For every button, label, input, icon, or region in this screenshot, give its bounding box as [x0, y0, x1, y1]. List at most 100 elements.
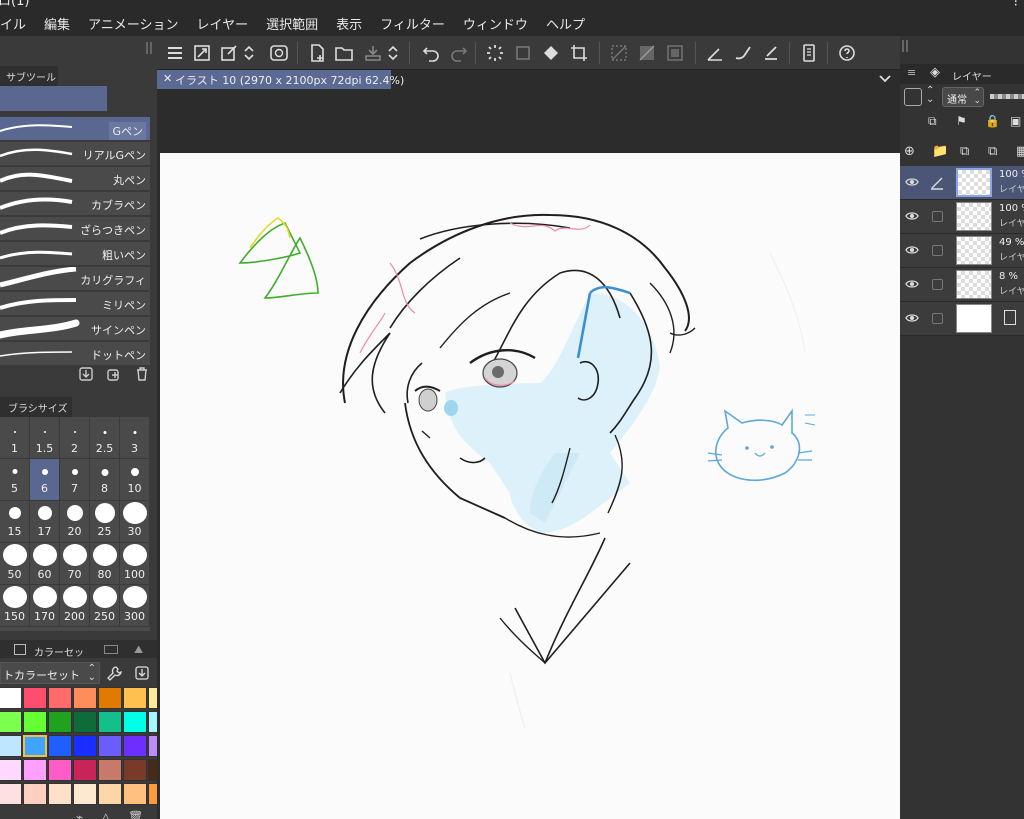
list-item[interactable]: ざらつきペン — [0, 217, 150, 241]
eraser-icon[interactable] — [759, 41, 783, 65]
color-swatch[interactable] — [23, 759, 47, 781]
blend-mode-select[interactable]: 通常 ⌃ ⌄ — [942, 87, 984, 107]
copy-layer-icon[interactable]: ⧉ — [960, 144, 969, 159]
tab-color-set[interactable]: カラーセッ — [34, 644, 84, 659]
size-cell[interactable]: 170 — [30, 585, 60, 627]
help-icon[interactable] — [835, 41, 859, 65]
menu-file[interactable]: イル — [0, 14, 26, 33]
more-icon[interactable]: ⁝ — [1014, 0, 1018, 10]
color-swatch[interactable] — [23, 711, 47, 733]
panel-grip-icon[interactable] — [146, 42, 152, 54]
chevron-updown-icon[interactable] — [241, 41, 257, 65]
document-tab[interactable]: ✕ イラスト 10 (2970 x 2100px 72dpi 62.4%) — [157, 70, 404, 89]
ruler-icon[interactable] — [703, 41, 727, 65]
merge-layer-icon[interactable]: ⧉ — [988, 144, 997, 159]
size-cell[interactable]: 50 — [0, 543, 30, 585]
size-cell[interactable]: 1 — [0, 417, 30, 459]
size-cell[interactable]: 30 — [120, 501, 150, 543]
size-cell[interactable]: 25 — [90, 501, 120, 543]
menu-edit[interactable]: 編集 — [44, 14, 70, 33]
layer-row[interactable]: 100 % レイヤ — [900, 200, 1024, 234]
list-item[interactable]: リアルGペン — [0, 142, 150, 166]
open-folder-icon[interactable] — [332, 41, 356, 65]
save-icon[interactable] — [361, 41, 385, 65]
clip-icon[interactable]: ⧉ — [928, 114, 937, 129]
lock-alpha-icon[interactable]: ▣ — [1010, 114, 1021, 128]
new-folder-icon[interactable]: 📁 — [932, 144, 948, 159]
layer-row[interactable]: 49 % レイヤ — [900, 234, 1024, 268]
menu-filter[interactable]: フィルター — [380, 14, 445, 33]
size-cell[interactable]: 80 — [90, 543, 120, 585]
trash-icon[interactable]: 🗑 — [128, 810, 143, 819]
color-swatch[interactable] — [48, 711, 72, 733]
save-subtool-icon[interactable] — [78, 366, 94, 385]
select-all-icon[interactable] — [663, 41, 687, 65]
size-cell[interactable]: 300 — [120, 585, 150, 627]
color-swatch[interactable] — [123, 687, 147, 709]
color-swatch[interactable] — [23, 687, 47, 709]
tab-subtool[interactable]: サブツール — [0, 66, 58, 86]
color-swatch[interactable] — [73, 783, 97, 805]
hamburger-menu-icon[interactable] — [163, 41, 187, 65]
size-cell[interactable]: 5 — [0, 459, 30, 501]
panel-grip-icon[interactable] — [902, 40, 908, 52]
trash-icon[interactable] — [134, 366, 150, 385]
color-swatch[interactable] — [0, 687, 22, 709]
size-cell[interactable]: 6 — [30, 459, 60, 501]
wrench-icon[interactable] — [106, 665, 122, 684]
size-cell[interactable]: 20 — [60, 501, 90, 543]
menu-view[interactable]: 表示 — [336, 14, 362, 33]
color-swatch[interactable] — [123, 711, 147, 733]
fit-canvas-icon[interactable] — [190, 41, 214, 65]
size-cell[interactable]: 2 — [60, 417, 90, 459]
color-swatch[interactable] — [23, 735, 47, 757]
eye-icon[interactable] — [905, 277, 919, 294]
chevron-down-icon[interactable] — [878, 71, 892, 88]
size-cell[interactable]: 70 — [60, 543, 90, 585]
color-swatch[interactable] — [0, 783, 22, 805]
color-swatch[interactable] — [73, 687, 97, 709]
eye-icon[interactable] — [905, 311, 919, 328]
color-swatch[interactable] — [123, 759, 147, 781]
mask-icon[interactable]: ▦ — [1016, 144, 1024, 159]
color-swatch[interactable] — [73, 759, 97, 781]
layer-checkbox[interactable] — [932, 313, 943, 324]
menu-help[interactable]: ヘルプ — [546, 14, 585, 33]
mountain-tab-icon[interactable]: ⛰ — [134, 643, 143, 657]
chevron-updown-icon[interactable]: ⌃ ⌄ — [926, 86, 934, 105]
lock-icon[interactable]: 🔒 — [985, 114, 1000, 128]
subtool-group-header[interactable] — [0, 86, 107, 111]
color-swatch[interactable] — [98, 759, 122, 781]
color-swatch[interactable] — [123, 783, 147, 805]
tab-brush-size[interactable]: ブラシサイズ — [0, 397, 72, 417]
close-icon[interactable]: ✕ — [163, 72, 172, 85]
undo-icon[interactable] — [419, 41, 443, 65]
chevron-updown-icon[interactable] — [385, 41, 401, 65]
fill-icon[interactable] — [539, 41, 563, 65]
menu-icon[interactable]: ≡ — [907, 66, 916, 79]
color-swatch[interactable] — [23, 783, 47, 805]
layer-row-paper[interactable] — [900, 302, 1024, 336]
menu-layer[interactable]: レイヤー — [197, 14, 249, 33]
size-cell[interactable]: 2.5 — [90, 417, 120, 459]
new-layer-icon[interactable]: ⊕ — [904, 144, 915, 159]
eye-icon[interactable] — [905, 209, 919, 226]
duplicate-subtool-icon[interactable] — [106, 366, 122, 385]
layer-checkbox[interactable] — [932, 245, 943, 256]
clear-selection-icon[interactable] — [607, 41, 631, 65]
transform-icon[interactable] — [217, 41, 241, 65]
color-swatch[interactable] — [0, 711, 22, 733]
crop-frame-icon[interactable] — [567, 41, 591, 65]
redo-icon[interactable] — [447, 41, 471, 65]
size-cell[interactable]: 150 — [0, 585, 30, 627]
color-swatch[interactable] — [48, 759, 72, 781]
color-swatch[interactable] — [48, 735, 72, 757]
up-icon[interactable]: △ — [101, 810, 110, 819]
new-file-icon[interactable] — [305, 41, 329, 65]
size-cell[interactable]: 1.5 — [30, 417, 60, 459]
loading-icon[interactable] — [483, 41, 507, 65]
color-swatch[interactable] — [48, 783, 72, 805]
spiral-icon[interactable] — [267, 41, 291, 65]
layer-checkbox[interactable] — [932, 211, 943, 222]
size-cell[interactable]: 60 — [30, 543, 60, 585]
